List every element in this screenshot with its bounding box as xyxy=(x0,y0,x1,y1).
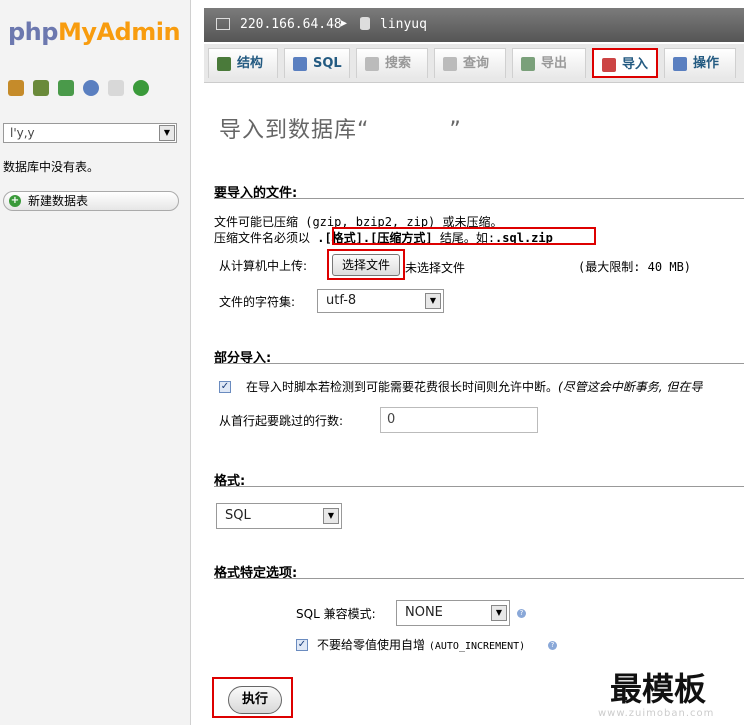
new-table-button[interactable]: + 新建数据表 xyxy=(3,191,179,211)
skip-rows-input[interactable]: 0 xyxy=(380,407,538,433)
watermark-url: www.zuimoban.com xyxy=(598,708,715,719)
help-icon[interactable] xyxy=(83,80,99,96)
watermark: 最模板 xyxy=(610,670,707,708)
section-divider xyxy=(214,486,744,487)
exit-icon[interactable] xyxy=(58,80,74,96)
allow-interrupt-checkbox[interactable]: ✓ xyxy=(219,381,231,393)
section-divider xyxy=(214,363,744,364)
plus-icon: + xyxy=(9,195,21,207)
section-divider xyxy=(214,578,744,579)
breadcrumb: 220.166.64.48 ▶ linyuq xyxy=(204,8,744,42)
tab-import[interactable]: 导入 xyxy=(592,48,658,78)
reload-icon[interactable] xyxy=(133,80,149,96)
upload-label: 从计算机中上传: xyxy=(219,259,308,273)
wrench-icon xyxy=(673,57,687,71)
format-select[interactable]: SQL ▼ xyxy=(216,503,342,529)
tab-export[interactable]: 导出 xyxy=(512,48,586,78)
page-title: 导入到数据库“” xyxy=(219,117,462,143)
breadcrumb-server[interactable]: 220.166.64.48 xyxy=(240,17,342,32)
no-auto-increment-checkbox[interactable]: ✓ xyxy=(296,639,308,651)
server-icon xyxy=(216,18,230,30)
export-icon xyxy=(521,57,535,71)
tab-operations[interactable]: 操作 xyxy=(664,48,736,78)
breadcrumb-separator-icon: ▶ xyxy=(341,18,348,29)
tab-query[interactable]: 查询 xyxy=(434,48,506,78)
chevron-down-icon: ▼ xyxy=(425,293,441,309)
sql-compat-select[interactable]: NONE ▼ xyxy=(396,600,510,626)
tab-structure[interactable]: 结构 xyxy=(208,48,278,78)
section-divider xyxy=(214,198,744,199)
query-icon xyxy=(443,57,457,71)
home-icon[interactable] xyxy=(8,80,24,96)
sql-query-icon[interactable] xyxy=(33,80,49,96)
highlight-format-box xyxy=(332,227,596,245)
help-icon[interactable]: ? xyxy=(548,641,557,650)
nav-icon-bar xyxy=(8,80,158,96)
database-icon xyxy=(360,17,370,30)
charset-select[interactable]: utf-8 ▼ xyxy=(317,289,444,313)
allow-interrupt-label: 在导入时脚本若检测到可能需要花费很长时间则允许中断。(尽管这会中断事务, 但在导 xyxy=(246,380,703,394)
breadcrumb-database[interactable]: linyuq xyxy=(380,17,427,32)
chevron-down-icon: ▼ xyxy=(491,605,507,621)
choose-file-button[interactable]: 选择文件 xyxy=(332,254,400,276)
database-select[interactable]: l'y,y ▼ xyxy=(3,123,177,143)
navigation-panel: phpMyAdmin l'y,y ▼ 数据库中没有表。 + 新建数据表 xyxy=(0,0,191,725)
structure-icon xyxy=(217,57,231,71)
tab-bar: 结构 SQL 搜索 查询 导出 导入 操作 xyxy=(204,44,744,83)
chevron-down-icon: ▼ xyxy=(323,508,339,524)
charset-label: 文件的字符集: xyxy=(219,295,296,309)
docs-icon[interactable] xyxy=(108,80,124,96)
import-icon xyxy=(602,58,616,72)
no-auto-increment-label: 不要给零值使用自增 (AUTO_INCREMENT) xyxy=(317,638,526,652)
search-icon xyxy=(365,57,379,71)
redacted-database-name xyxy=(369,117,450,137)
max-size-text: (最大限制: 40 MB) xyxy=(578,260,692,274)
phpmyadmin-logo[interactable]: phpMyAdmin xyxy=(8,18,181,46)
tab-sql[interactable]: SQL xyxy=(284,48,350,78)
skip-rows-label: 从首行起要跳过的行数: xyxy=(219,414,344,428)
sql-compat-label: SQL 兼容模式: xyxy=(296,607,376,621)
no-tables-text: 数据库中没有表。 xyxy=(3,160,100,174)
chevron-down-icon: ▼ xyxy=(159,125,175,141)
tab-search[interactable]: 搜索 xyxy=(356,48,428,78)
execute-button[interactable]: 执行 xyxy=(228,686,282,714)
help-icon[interactable]: ? xyxy=(517,609,526,618)
sql-icon xyxy=(293,57,307,71)
no-file-text: 未选择文件 xyxy=(405,261,466,275)
